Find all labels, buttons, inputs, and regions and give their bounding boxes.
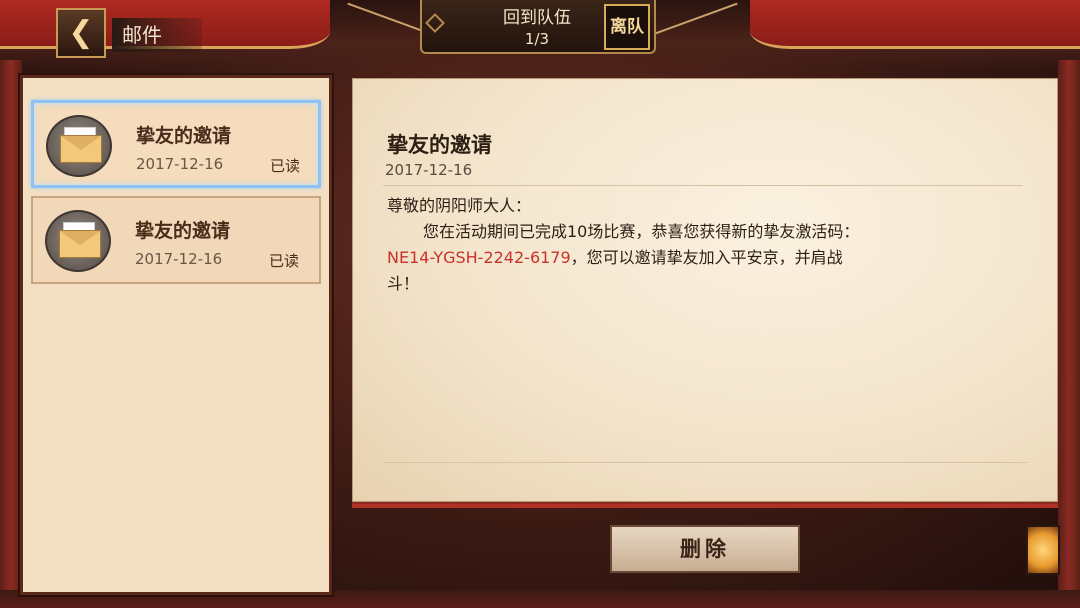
mail-list: 挚友的邀请 2017-12-16 已读 挚友的邀请 2017-12-16 已读: [20, 75, 332, 595]
letter-line-1: 您在活动期间已完成10场比赛，恭喜您获得新的挚友激活码：: [423, 222, 860, 241]
mail-item-date: 2017-12-16: [136, 155, 224, 173]
letter-line-2: ，您可以邀请挚友加入平安京，并肩战: [570, 248, 843, 267]
back-arrow-icon: ❮: [68, 15, 94, 50]
mail-item-title: 挚友的邀请: [135, 220, 231, 242]
mail-item-date: 2017-12-16: [135, 250, 223, 268]
letter-body: 尊敬的阴阳师大人： 您在活动期间已完成10场比赛，恭喜您获得新的挚友激活码： N…: [387, 193, 947, 297]
letter-line-3: 斗！: [387, 274, 420, 293]
back-button[interactable]: ❮: [56, 8, 106, 58]
mail-item[interactable]: 挚友的邀请 2017-12-16 已读: [31, 196, 321, 284]
page-title: 邮件: [112, 18, 202, 52]
letter-panel: 挚友的邀请 2017-12-16 尊敬的阴阳师大人： 您在活动期间已完成10场比…: [352, 78, 1058, 502]
team-count: 1/3: [524, 30, 550, 48]
mail-item-status: 已读: [269, 252, 300, 270]
lantern-icon: [1026, 525, 1060, 575]
curtain-right: [750, 0, 1080, 49]
team-label: 回到队伍: [503, 8, 571, 28]
activation-code[interactable]: NE14-YGSH-2242-6179: [387, 248, 571, 267]
envelope-icon: [46, 115, 112, 177]
leave-team-button[interactable]: 离队: [604, 4, 650, 50]
delete-button[interactable]: 删除: [610, 525, 800, 573]
letter-greeting: 尊敬的阴阳师大人：: [387, 196, 532, 215]
mail-item-status: 已读: [270, 157, 301, 175]
letter-paragraph: 您在活动期间已完成10场比赛，恭喜您获得新的挚友激活码： NE14-YGSH-2…: [387, 219, 947, 297]
mail-item[interactable]: 挚友的邀请 2017-12-16 已读: [31, 100, 321, 188]
envelope-icon: [45, 210, 111, 272]
pillar-left: [0, 60, 22, 608]
letter-title: 挚友的邀请: [387, 133, 492, 157]
diamond-ornament-icon: [425, 13, 445, 33]
letter-date: 2017-12-16: [385, 161, 473, 179]
mail-item-title: 挚友的邀请: [136, 125, 232, 147]
divider: [383, 185, 1023, 186]
letter-bottom-line: [383, 462, 1027, 463]
pillar-right: [1058, 60, 1080, 608]
